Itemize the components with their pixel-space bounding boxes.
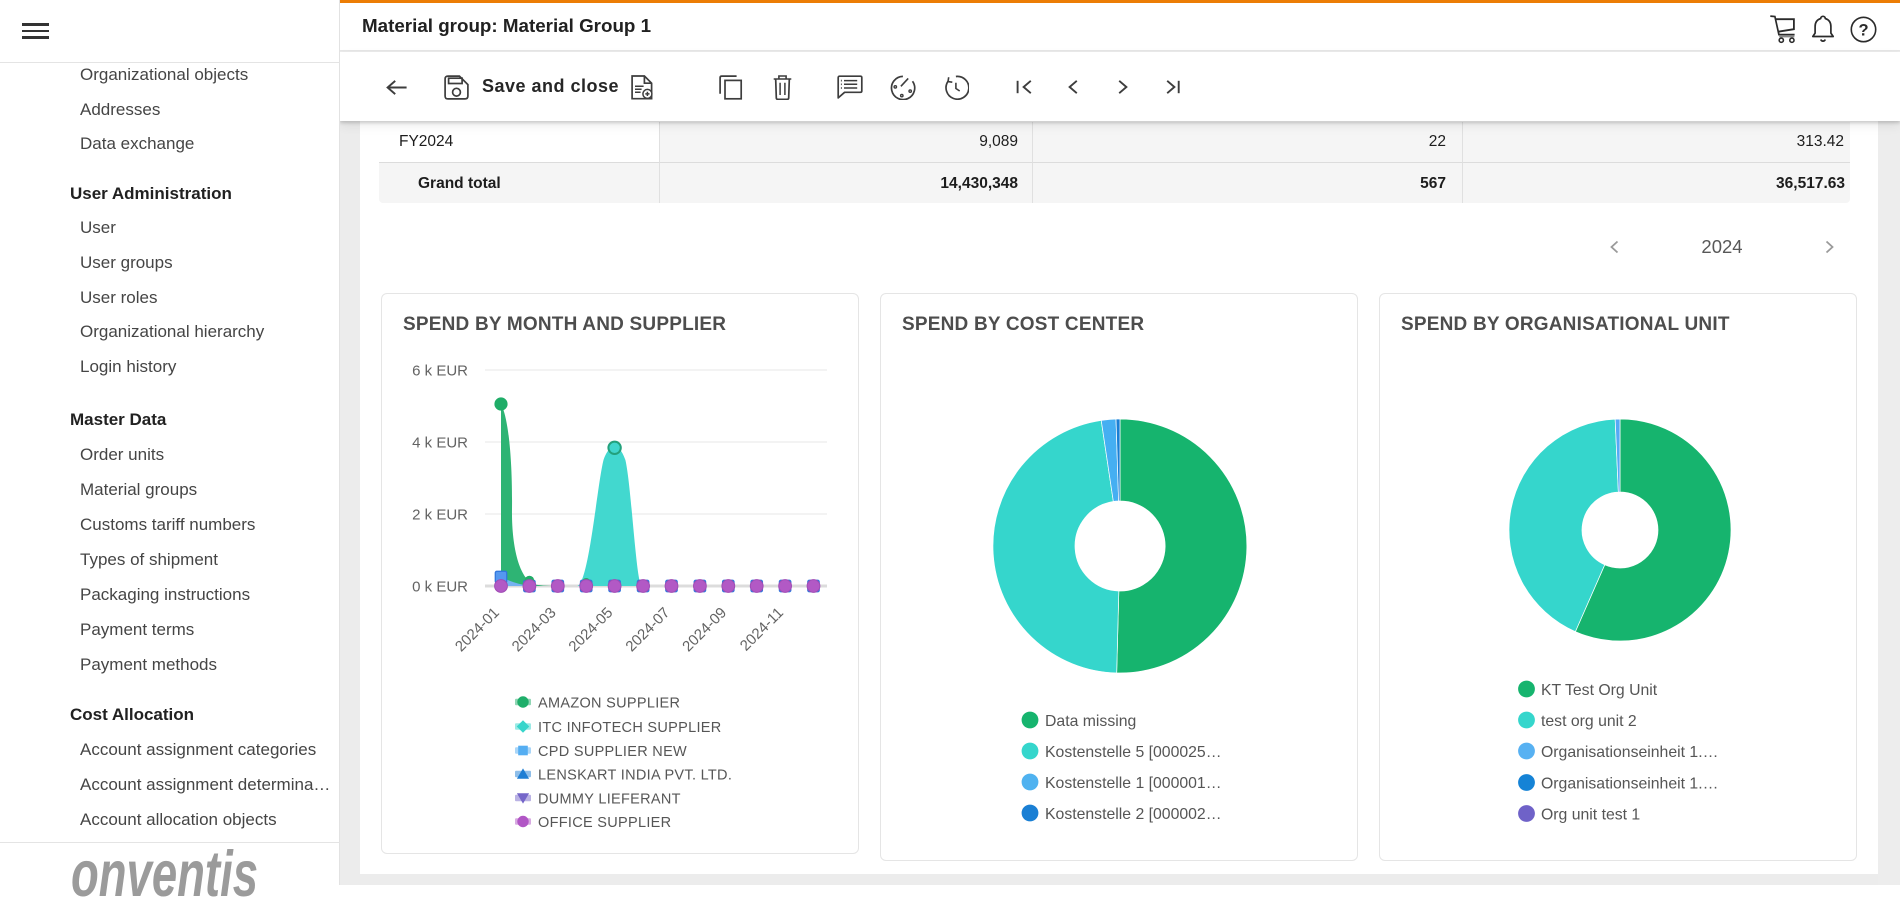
svg-text:4 k EUR: 4 k EUR — [412, 435, 468, 452]
svg-text:Kostenstelle 2 [000002…: Kostenstelle 2 [000002… — [1045, 806, 1222, 823]
svg-text:2 k EUR: 2 k EUR — [412, 507, 468, 524]
svg-text:ITC INFOTECH SUPPLIER: ITC INFOTECH SUPPLIER — [538, 720, 722, 736]
svg-text:LENSKART INDIA PVT. LTD.: LENSKART INDIA PVT. LTD. — [538, 767, 732, 783]
svg-text:Organisationseinheit 1.…: Organisationseinheit 1.… — [1541, 744, 1718, 761]
svg-text:?: ? — [1858, 21, 1868, 39]
svg-text:2024-03: 2024-03 — [509, 604, 560, 655]
svg-text:Org unit test 1: Org unit test 1 — [1541, 806, 1640, 823]
svg-text:Data missing: Data missing — [1045, 713, 1136, 730]
svg-text:2024-07: 2024-07 — [622, 604, 673, 655]
svg-text:2024-01: 2024-01 — [452, 604, 503, 655]
svg-text:KT Test Org Unit: KT Test Org Unit — [1541, 682, 1658, 699]
svg-text:Organisationseinheit 1.…: Organisationseinheit 1.… — [1541, 775, 1718, 792]
svg-text:Kostenstelle 1 [000001…: Kostenstelle 1 [000001… — [1045, 775, 1222, 792]
svg-text:DUMMY LIEFERANT: DUMMY LIEFERANT — [538, 791, 681, 807]
svg-text:2024-11: 2024-11 — [737, 604, 787, 654]
svg-text:onventis: onventis — [71, 843, 258, 903]
svg-text:CPD SUPPLIER NEW: CPD SUPPLIER NEW — [538, 744, 687, 760]
svg-text:2024-09: 2024-09 — [679, 604, 730, 655]
svg-text:0 k EUR: 0 k EUR — [412, 579, 468, 596]
svg-text:Kostenstelle 5 [000025…: Kostenstelle 5 [000025… — [1045, 744, 1222, 761]
svg-text:test org unit 2: test org unit 2 — [1541, 713, 1637, 730]
svg-text:6 k EUR: 6 k EUR — [412, 363, 468, 380]
svg-text:2024-05: 2024-05 — [565, 604, 616, 655]
svg-text:OFFICE SUPPLIER: OFFICE SUPPLIER — [538, 815, 671, 831]
svg-text:AMAZON SUPPLIER: AMAZON SUPPLIER — [538, 695, 680, 711]
